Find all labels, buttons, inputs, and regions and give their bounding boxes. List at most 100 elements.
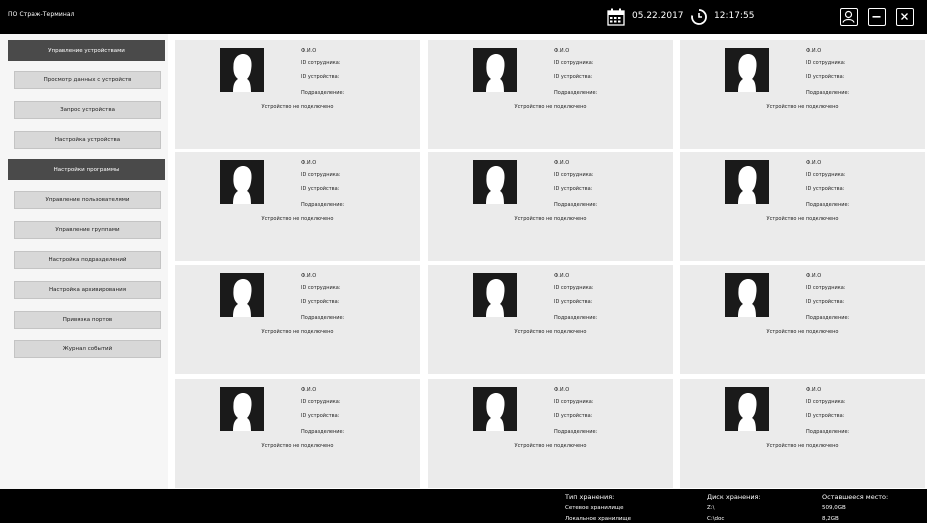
employee-id-label: ID сотрудника: (806, 60, 846, 66)
fio-label: Ф.И.О (554, 48, 570, 54)
device-id-label: ID устройства: (301, 299, 340, 305)
device-card[interactable]: Ф.И.О ID сотрудника: ID устройства: Подр… (680, 40, 925, 149)
sidebar-section-program-settings[interactable]: Настройки программы (8, 159, 165, 180)
storage-disk-local: C:\doc (707, 516, 725, 522)
device-id-label: ID устройства: (554, 299, 593, 305)
current-time: 12:17:55 (714, 11, 755, 21)
department-label: Подразделение: (554, 90, 598, 96)
title-bar: ПО Страж-Терминал 05.22.2017 12:17:55 (0, 0, 927, 34)
sidebar-item-device-request[interactable]: Запрос устройства (14, 101, 161, 119)
device-id-label: ID устройства: (301, 413, 340, 419)
close-icon (901, 13, 908, 20)
department-label: Подразделение: (554, 315, 598, 321)
sidebar: Управление устройствами Просмотр данных … (0, 34, 168, 489)
sidebar-item-event-log[interactable]: Журнал событий (14, 340, 161, 358)
avatar-silhouette-icon (220, 160, 264, 204)
fio-label: Ф.И.О (301, 387, 317, 393)
user-icon (842, 10, 855, 23)
free-space-header: Оставшееся место: (822, 493, 889, 501)
department-label: Подразделение: (301, 315, 345, 321)
storage-type-header: Тип хранения: (565, 493, 615, 501)
free-space-local: 8,2GB (822, 516, 839, 522)
sidebar-item-view-device-data[interactable]: Просмотр данных с устройств (14, 71, 161, 89)
avatar-silhouette-icon (725, 273, 769, 317)
avatar-silhouette-icon (473, 160, 517, 204)
device-card[interactable]: Ф.И.О ID сотрудника: ID устройства: Подр… (175, 40, 420, 149)
device-status: Устройство не подключено (766, 216, 839, 222)
sidebar-item-device-settings[interactable]: Настройка устройства (14, 131, 161, 149)
device-status: Устройство не подключено (261, 104, 334, 110)
device-status: Устройство не подключено (766, 443, 839, 449)
sidebar-item-archive-settings[interactable]: Настройка архивирования (14, 281, 161, 299)
device-grid: Ф.И.О ID сотрудника: ID устройства: Подр… (168, 34, 927, 489)
device-card[interactable]: Ф.И.О ID сотрудника: ID устройства: Подр… (680, 152, 925, 261)
device-card[interactable]: Ф.И.О ID сотрудника: ID устройства: Подр… (428, 40, 673, 149)
device-card[interactable]: Ф.И.О ID сотрудника: ID устройства: Подр… (428, 265, 673, 374)
device-status: Устройство не подключено (514, 443, 587, 449)
device-id-label: ID устройства: (806, 74, 845, 80)
device-status: Устройство не подключено (514, 104, 587, 110)
device-card[interactable]: Ф.И.О ID сотрудника: ID устройства: Подр… (175, 265, 420, 374)
device-status: Устройство не подключено (261, 443, 334, 449)
fio-label: Ф.И.О (806, 48, 822, 54)
device-status: Устройство не подключено (261, 216, 334, 222)
sidebar-item-port-binding[interactable]: Привязка портов (14, 311, 161, 329)
employee-id-label: ID сотрудника: (301, 285, 341, 291)
device-id-label: ID устройства: (554, 186, 593, 192)
device-card[interactable]: Ф.И.О ID сотрудника: ID устройства: Подр… (175, 152, 420, 261)
fio-label: Ф.И.О (806, 160, 822, 166)
app-title: ПО Страж-Терминал (8, 11, 75, 18)
user-button[interactable] (840, 8, 858, 26)
sidebar-item-user-management[interactable]: Управление пользователями (14, 191, 161, 209)
device-id-label: ID устройства: (301, 74, 340, 80)
employee-id-label: ID сотрудника: (806, 285, 846, 291)
device-card[interactable]: Ф.И.О ID сотрудника: ID устройства: Подр… (428, 152, 673, 261)
current-date: 05.22.2017 (632, 11, 684, 21)
sidebar-item-group-management[interactable]: Управление группами (14, 221, 161, 239)
fio-label: Ф.И.О (301, 48, 317, 54)
department-label: Подразделение: (806, 90, 850, 96)
fio-label: Ф.И.О (554, 387, 570, 393)
device-id-label: ID устройства: (554, 74, 593, 80)
employee-id-label: ID сотрудника: (554, 60, 594, 66)
device-card[interactable]: Ф.И.О ID сотрудника: ID устройства: Подр… (175, 379, 420, 488)
device-id-label: ID устройства: (806, 299, 845, 305)
device-card[interactable]: Ф.И.О ID сотрудника: ID устройства: Подр… (680, 265, 925, 374)
status-bar: Тип хранения: Диск хранения: Оставшееся … (0, 489, 927, 523)
device-id-label: ID устройства: (806, 186, 845, 192)
sidebar-section-device-management[interactable]: Управление устройствами (8, 40, 165, 61)
device-status: Устройство не подключено (261, 329, 334, 335)
storage-type-local: Локальное хранилище (565, 516, 631, 522)
avatar-silhouette-icon (220, 48, 264, 92)
device-card[interactable]: Ф.И.О ID сотрудника: ID устройства: Подр… (428, 379, 673, 488)
fio-label: Ф.И.О (806, 387, 822, 393)
avatar-silhouette-icon (473, 387, 517, 431)
device-status: Устройство не подключено (514, 216, 587, 222)
department-label: Подразделение: (806, 429, 850, 435)
device-card[interactable]: Ф.И.О ID сотрудника: ID устройства: Подр… (680, 379, 925, 488)
sidebar-item-department-settings[interactable]: Настройка подразделений (14, 251, 161, 269)
calendar-icon (607, 8, 625, 26)
fio-label: Ф.И.О (301, 160, 317, 166)
department-label: Подразделение: (554, 202, 598, 208)
fio-label: Ф.И.О (301, 273, 317, 279)
avatar-silhouette-icon (725, 160, 769, 204)
minimize-icon (872, 16, 881, 18)
employee-id-label: ID сотрудника: (806, 172, 846, 178)
department-label: Подразделение: (554, 429, 598, 435)
avatar-silhouette-icon (220, 273, 264, 317)
avatar-silhouette-icon (220, 387, 264, 431)
employee-id-label: ID сотрудника: (554, 285, 594, 291)
department-label: Подразделение: (806, 202, 850, 208)
device-id-label: ID устройства: (806, 413, 845, 419)
employee-id-label: ID сотрудника: (301, 172, 341, 178)
fio-label: Ф.И.О (554, 273, 570, 279)
close-button[interactable] (896, 8, 914, 26)
storage-type-network: Сетевое хранилище (565, 505, 624, 511)
employee-id-label: ID сотрудника: (301, 399, 341, 405)
free-space-network: 509,0GB (822, 505, 846, 511)
department-label: Подразделение: (301, 90, 345, 96)
avatar-silhouette-icon (725, 387, 769, 431)
minimize-button[interactable] (868, 8, 886, 26)
device-status: Устройство не подключено (766, 104, 839, 110)
